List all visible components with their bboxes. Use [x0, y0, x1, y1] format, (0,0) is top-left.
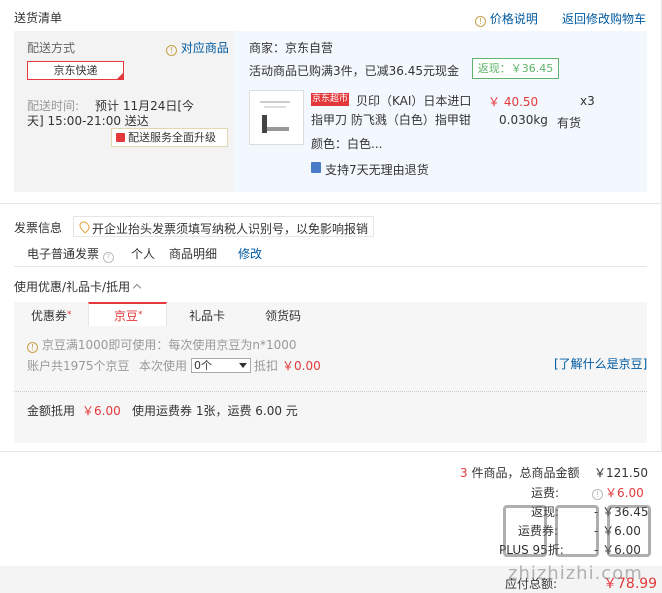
- goods-total: ￥121.50: [594, 466, 648, 480]
- rebate-badge: 返现：￥36.45: [472, 58, 559, 79]
- back-to-cart-link[interactable]: 返回修改购物车: [562, 10, 646, 27]
- price-help-link[interactable]: ! 价格说明: [475, 10, 538, 27]
- product-thumbnail[interactable]: [249, 90, 304, 145]
- delivery-time-line2: 天] 15:00-21:00 送达: [27, 114, 149, 128]
- use-now-label: 本次使用: [139, 359, 188, 373]
- tab-pickup-code[interactable]: 领货码: [265, 307, 301, 324]
- amount-label: 金额抵用: [27, 404, 76, 418]
- account-beans: 账户共1975个京豆: [27, 359, 130, 373]
- info-icon: ?: [102, 252, 114, 263]
- promo-text: 活动商品已购满3件，已减36.45元现金: [249, 64, 459, 78]
- match-goods-label: 对应商品: [180, 41, 229, 55]
- panel-divider: [14, 391, 647, 392]
- invoice-edit-link[interactable]: 修改: [238, 245, 262, 262]
- freight-info: !: [592, 485, 603, 500]
- tab-coupon[interactable]: 优惠券*: [31, 307, 72, 324]
- jd-market-badge: 京东超市: [311, 93, 349, 106]
- invoice-type-label: 电子普通发票: [27, 247, 100, 261]
- upgrade-icon: [116, 133, 125, 142]
- tip-icon: [77, 219, 92, 234]
- freight-note: 使用运费券 1张，运费 6.00 元: [132, 404, 298, 418]
- invoice-tip-text: 开企业抬头发票须填写纳税人识别号，以免影响报销: [92, 222, 369, 236]
- deduct-value: ￥0.00: [282, 359, 321, 373]
- product-weight: 0.030kg: [499, 113, 548, 127]
- beans-select-value: 0个: [194, 359, 212, 372]
- beans-amount-select[interactable]: 0个: [191, 358, 251, 373]
- coupon-heading: 使用优惠/礼品卡/抵用: [14, 280, 131, 294]
- upgrade-badge[interactable]: 配送服务全面升级: [111, 128, 228, 147]
- watermark-text: zhizhizhi.com: [508, 563, 643, 584]
- summary-count-line: 3 件商品，总商品金额: [460, 466, 580, 480]
- tab-gift-card[interactable]: 礼品卡: [189, 307, 225, 324]
- section-divider: [0, 203, 662, 204]
- watermark-logo: [503, 505, 653, 560]
- deduct-label: 抵扣: [254, 359, 279, 373]
- product-qty: x3: [580, 94, 595, 108]
- info-icon: !: [166, 45, 177, 56]
- chevron-up-icon: [132, 283, 142, 293]
- return-icon: [311, 162, 321, 173]
- what-is-beans-link[interactable]: [了解什么是京豆]: [554, 355, 647, 372]
- match-goods-link[interactable]: ! 对应商品: [166, 39, 229, 56]
- product-title-line2[interactable]: 指甲刀 防飞溅（白色）指甲钳: [311, 111, 471, 128]
- info-icon: !: [592, 489, 603, 500]
- delivery-method-label: 配送方式: [27, 41, 76, 55]
- express-option[interactable]: 京东快递: [27, 61, 124, 80]
- beans-rule: ! 京豆满1000即可使用：每次使用京豆为n*1000: [27, 336, 297, 353]
- info-icon: !: [475, 16, 486, 27]
- amount-value: ￥6.00: [82, 404, 121, 418]
- upgrade-label: 配送服务全面升级: [128, 131, 216, 144]
- invoice-title: 个人: [131, 247, 156, 261]
- section-title: 送货清单: [14, 11, 63, 25]
- product-stock: 有货: [557, 116, 582, 130]
- product-title-line1[interactable]: 贝印（KAI）日本进口: [356, 92, 471, 109]
- product-color: 颜色：白色...: [311, 137, 383, 151]
- invoice-type: 电子普通发票 ?: [27, 245, 114, 263]
- freight-label: 运费:: [531, 486, 560, 500]
- invoice-tip: 开企业抬头发票须填写纳税人识别号，以免影响报销: [73, 216, 374, 237]
- price-help-label: 价格说明: [489, 12, 538, 26]
- info-icon: !: [27, 342, 38, 353]
- product-price: ￥ 40.50: [488, 95, 539, 109]
- summary-count: 3: [460, 466, 468, 480]
- freight-value: ￥6.00: [605, 486, 644, 500]
- merchant-name: 商家：京东自营: [249, 41, 334, 55]
- tab-beans[interactable]: 京豆*: [114, 307, 143, 324]
- coupon-toggle[interactable]: 使用优惠/礼品卡/抵用: [14, 278, 142, 295]
- invoice-label: 发票信息: [14, 221, 63, 235]
- chevron-down-icon: [239, 363, 247, 368]
- invoice-content: 商品明细: [169, 247, 218, 261]
- return-policy: 支持7天无理由退货: [325, 163, 429, 177]
- section-divider: [14, 266, 647, 267]
